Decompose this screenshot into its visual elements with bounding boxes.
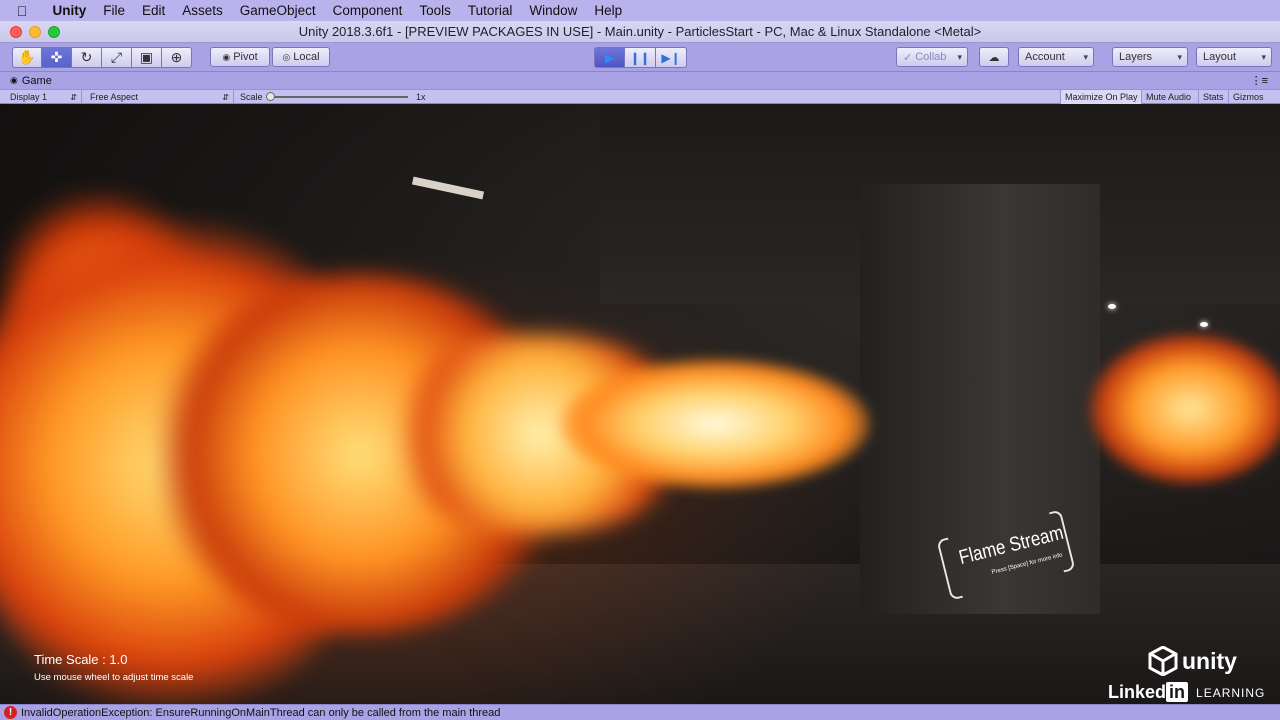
scale-label: Scale <box>240 92 263 102</box>
step-icon: ▶❙ <box>661 50 681 65</box>
watermark: unity Linked in LEARNING <box>1108 642 1268 704</box>
linkedin-in-badge: in <box>1166 682 1189 702</box>
mute-audio-toggle[interactable]: Mute Audio <box>1141 90 1195 104</box>
step-button[interactable]: ▶❙ <box>656 47 687 68</box>
scale-icon: ⤢ <box>110 49 123 65</box>
transform-tools: ✋ ✜ ↻ ⤢ ▣ ⊕ <box>12 47 192 68</box>
display-dropdown[interactable]: Display 1 ⇵ <box>6 90 82 104</box>
hand-icon: ✋ <box>18 49 36 65</box>
unity-logo: unity <box>1148 646 1237 676</box>
menu-app-unity[interactable]: Unity <box>44 3 95 18</box>
status-message: InvalidOperationException: EnsureRunning… <box>21 706 501 719</box>
game-viewport[interactable]: Time Scale : 1.0 Use mouse wheel to adju… <box>0 104 1280 704</box>
layers-label: Layers <box>1119 51 1153 63</box>
minimize-window-button[interactable] <box>29 26 41 38</box>
panel-menu-icon[interactable]: ⋮≡ <box>1251 74 1268 87</box>
learning-wordmark: LEARNING <box>1196 685 1266 700</box>
menu-edit[interactable]: Edit <box>134 3 174 18</box>
console-status-bar[interactable]: ! InvalidOperationException: EnsureRunni… <box>0 704 1280 720</box>
account-label: Account <box>1025 51 1065 63</box>
rotate-tool-button[interactable]: ↻ <box>72 47 102 68</box>
scale-slider-handle[interactable] <box>266 92 275 101</box>
menu-help[interactable]: Help <box>586 3 631 18</box>
play-icon: ▶ <box>604 50 615 65</box>
menu-file[interactable]: File <box>95 3 134 18</box>
local-label: Local <box>293 51 320 63</box>
collab-label: Collab <box>915 51 947 63</box>
layout-label: Layout <box>1203 51 1237 63</box>
close-window-button[interactable] <box>10 26 22 38</box>
pivot-label: Pivot <box>233 51 258 63</box>
layers-dropdown[interactable]: Layers <box>1112 47 1188 67</box>
hand-tool-button[interactable]: ✋ <box>12 47 42 68</box>
chevron-updown-icon: ⇵ <box>222 92 229 102</box>
aspect-dropdown[interactable]: Free Aspect ⇵ <box>86 90 234 104</box>
scale-tool-button[interactable]: ⤢ <box>102 47 132 68</box>
main-toolbar: ✋ ✜ ↻ ⤢ ▣ ⊕ ◉ Pivot ◎ Local ▶ ❙❙ ▶❙ ✓ Co… <box>0 43 1280 72</box>
menu-window[interactable]: Window <box>521 3 586 18</box>
rect-tool-button[interactable]: ▣ <box>132 47 162 68</box>
pivot-icon: ◉ <box>222 51 231 62</box>
ceiling-light <box>1108 304 1116 309</box>
game-view-toolbar: Display 1 ⇵ Free Aspect ⇵ Scale 1x Maxim… <box>0 89 1280 104</box>
scale-value: 1x <box>416 92 426 102</box>
play-button[interactable]: ▶ <box>594 47 625 68</box>
transform-tool-button[interactable]: ⊕ <box>162 47 192 68</box>
layout-dropdown[interactable]: Layout <box>1196 47 1272 67</box>
zoom-window-button[interactable] <box>48 26 60 38</box>
menu-assets[interactable]: Assets <box>174 3 232 18</box>
window-controls <box>10 26 60 38</box>
maximize-on-play-toggle[interactable]: Maximize On Play <box>1060 90 1142 104</box>
move-tool-button[interactable]: ✜ <box>42 47 72 68</box>
game-tab-header: ◉ Game ⋮≡ <box>0 72 1280 89</box>
background-flame <box>1090 334 1280 484</box>
move-icon: ✜ <box>50 49 63 65</box>
check-icon: ✓ <box>903 51 913 64</box>
chevron-updown-icon: ⇵ <box>70 92 77 102</box>
time-scale-readout: Time Scale : 1.0 <box>34 652 128 667</box>
game-tab-icon: ◉ <box>10 75 18 85</box>
ceiling-light <box>1200 322 1208 327</box>
linkedin-wordmark: Linked <box>1108 682 1167 702</box>
account-dropdown[interactable]: Account <box>1018 47 1094 67</box>
window-title: Unity 2018.3.6f1 - [PREVIEW PACKAGES IN … <box>298 24 982 39</box>
unity-wordmark: unity <box>1182 647 1237 674</box>
pause-icon: ❙❙ <box>629 50 651 65</box>
rect-icon: ▣ <box>139 49 154 65</box>
menu-bar:  Unity File Edit Assets GameObject Comp… <box>0 0 1280 21</box>
linkedin-learning-logo: Linked in LEARNING <box>1108 682 1265 703</box>
scale-slider-track[interactable] <box>268 96 408 98</box>
local-toggle-button[interactable]: ◎ Local <box>272 47 330 67</box>
game-tab[interactable]: Game <box>22 75 52 87</box>
stats-toggle[interactable]: Stats <box>1198 90 1228 104</box>
display-label: Display 1 <box>10 92 48 102</box>
aspect-label: Free Aspect <box>90 92 139 102</box>
flame-jet <box>560 359 870 489</box>
pause-button[interactable]: ❙❙ <box>625 47 656 68</box>
playback-controls: ▶ ❙❙ ▶❙ <box>594 47 687 68</box>
cloud-icon: ☁ <box>988 51 1000 64</box>
menu-tutorial[interactable]: Tutorial <box>459 3 521 18</box>
pivot-toggle-button[interactable]: ◉ Pivot <box>210 47 270 67</box>
gizmos-dropdown[interactable]: Gizmos <box>1228 90 1268 104</box>
transform-icon: ⊕ <box>170 49 183 65</box>
unity-cube-icon <box>1148 646 1178 676</box>
menu-gameobject[interactable]: GameObject <box>231 3 324 18</box>
menu-component[interactable]: Component <box>324 3 411 18</box>
flying-debris <box>411 176 485 200</box>
time-scale-hint: Use mouse wheel to adjust time scale <box>34 672 194 683</box>
error-icon: ! <box>4 706 17 719</box>
menu-tools[interactable]: Tools <box>411 3 460 18</box>
local-icon: ◎ <box>282 51 291 62</box>
rotate-icon: ↻ <box>80 49 93 65</box>
window-titlebar: Unity 2018.3.6f1 - [PREVIEW PACKAGES IN … <box>0 21 1280 43</box>
collab-dropdown[interactable]: ✓ Collab <box>896 47 968 67</box>
apple-menu-icon[interactable]:  <box>0 3 44 19</box>
cloud-button[interactable]: ☁ <box>979 47 1009 67</box>
